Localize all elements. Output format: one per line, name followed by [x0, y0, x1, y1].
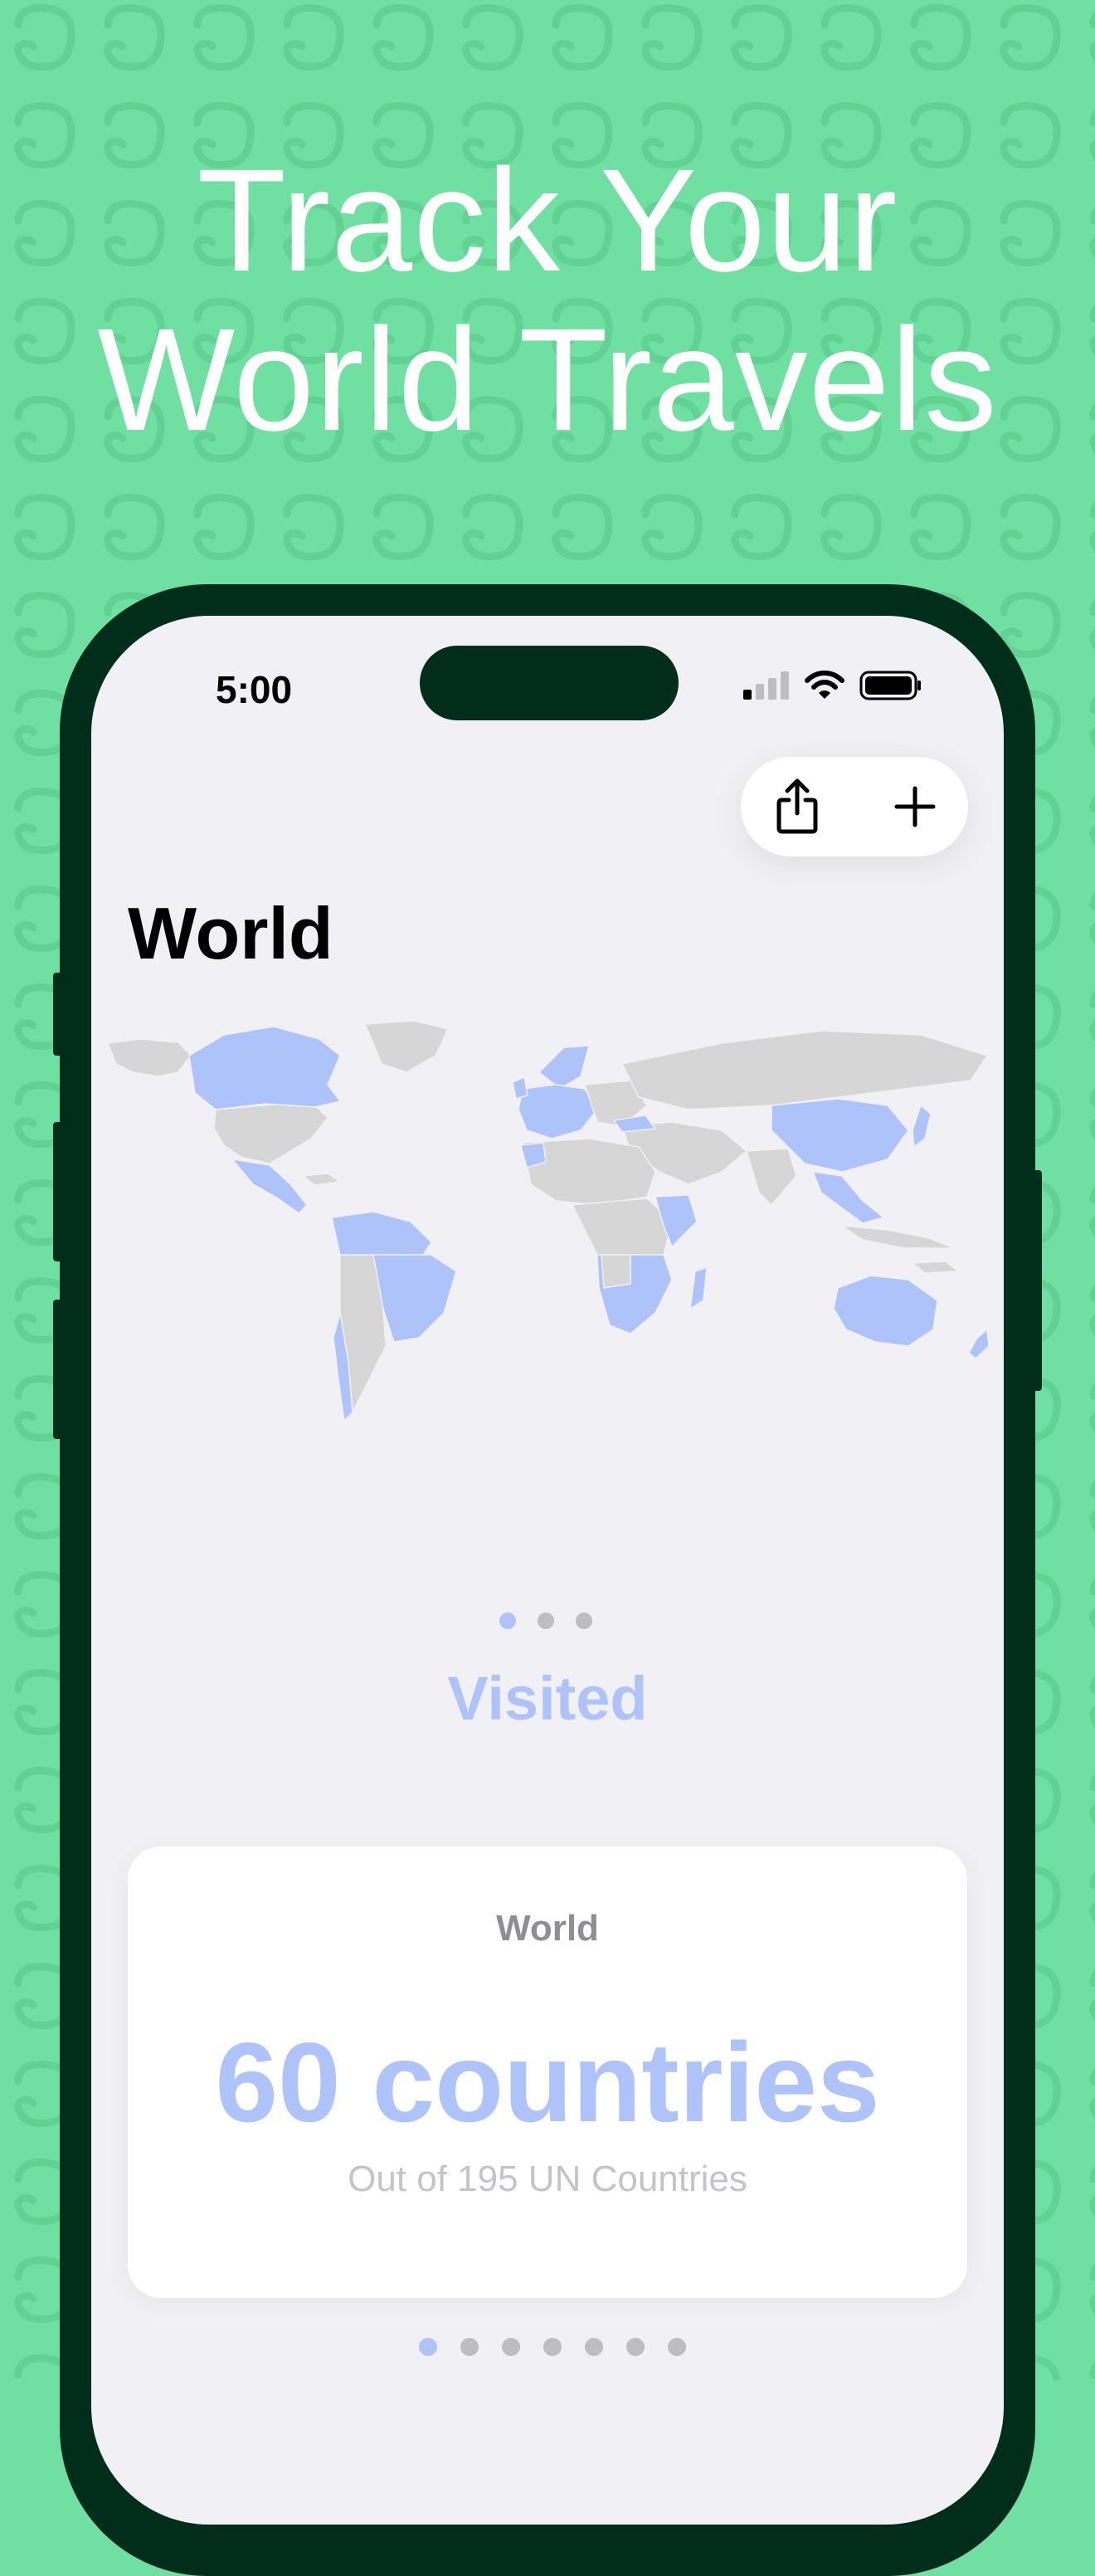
card-page-dot-6[interactable]	[626, 2338, 645, 2356]
page-title: World	[128, 892, 333, 974]
visited-label: Visited	[447, 1664, 648, 1733]
map-region-new-zealand	[968, 1328, 990, 1360]
phone-volume-down-button	[53, 1300, 65, 1439]
map-region-japan	[912, 1104, 932, 1149]
map-region-mexico	[231, 1158, 309, 1214]
stats-card[interactable]: World 60 countries Out of 195 UN Countri…	[128, 1847, 967, 2298]
wifi-icon	[805, 671, 844, 699]
map-region-uk	[512, 1076, 528, 1100]
app-screen: 5:00 World Visited World 60 countries Ou…	[91, 616, 1004, 2525]
dynamic-island	[420, 646, 679, 720]
cellular-signal-icon	[743, 671, 789, 700]
map-region-caribbean	[300, 1173, 343, 1186]
map-region-madagascar	[689, 1266, 708, 1310]
map-region-papua	[910, 1261, 961, 1274]
card-page-dot-1[interactable]	[419, 2338, 437, 2356]
headline-line-1: Track Your	[197, 139, 898, 302]
map-region-south-america	[331, 1211, 432, 1255]
card-subtitle: Out of 195 UN Countries	[348, 2159, 747, 2199]
world-map[interactable]	[91, 1006, 1004, 1255]
map-region-central-africa	[571, 1198, 673, 1255]
card-page-dot-2[interactable]	[460, 2338, 479, 2356]
map-region-greenland	[363, 1020, 450, 1073]
map-region-western-europe	[518, 1084, 598, 1139]
phone-volume-up-button	[53, 1122, 65, 1261]
map-region-indonesia	[840, 1224, 955, 1249]
share-icon	[776, 778, 818, 834]
map-page-indicator[interactable]	[499, 1612, 592, 1629]
card-country-count: 60 countries	[215, 2019, 880, 2145]
world-map-south[interactable]	[91, 1255, 1004, 1429]
map-region-australia	[833, 1275, 938, 1347]
headline-line-2: World Travels	[97, 299, 998, 461]
card-page-dot-5[interactable]	[585, 2338, 603, 2356]
map-region-alaska	[106, 1038, 192, 1077]
add-button[interactable]	[882, 773, 948, 840]
map-page-dot-1[interactable]	[499, 1612, 516, 1629]
phone-action-button	[53, 973, 65, 1056]
map-region-india	[746, 1148, 797, 1207]
map-region-united-states	[213, 1103, 329, 1164]
map-page-dot-3[interactable]	[576, 1612, 592, 1629]
plus-icon	[894, 786, 936, 827]
map-region-russia	[620, 1030, 989, 1110]
status-time: 5:00	[216, 668, 293, 711]
phone-power-button	[1030, 1170, 1042, 1391]
battery-icon	[859, 671, 921, 700]
toolbar	[741, 757, 968, 856]
map-page-dot-2[interactable]	[538, 1612, 554, 1629]
map-region-canada	[188, 1026, 342, 1110]
headline: Track Your World Travels	[0, 141, 1095, 460]
card-region-label: World	[496, 1908, 599, 1949]
map-region-southeast-asia	[811, 1171, 885, 1224]
share-button[interactable]	[764, 773, 830, 840]
map-region-angola	[601, 1255, 631, 1289]
card-page-indicator[interactable]	[419, 2338, 686, 2356]
card-page-dot-4[interactable]	[543, 2338, 562, 2356]
map-region-scandinavia	[538, 1045, 590, 1090]
card-page-dot-7[interactable]	[668, 2338, 686, 2356]
card-page-dot-3[interactable]	[502, 2338, 520, 2356]
status-icons	[743, 669, 922, 702]
